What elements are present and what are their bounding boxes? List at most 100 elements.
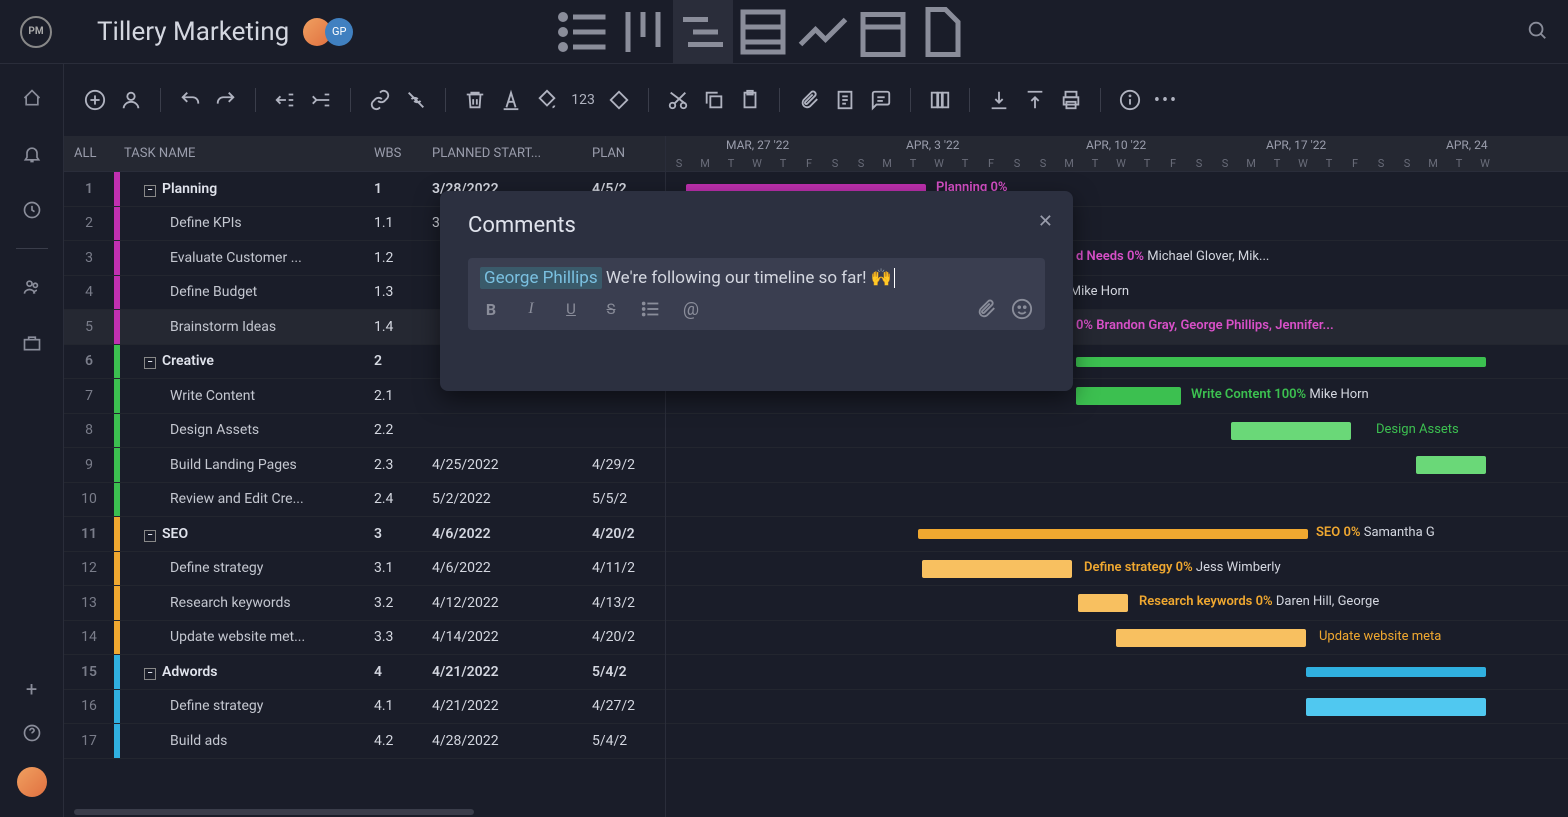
comment-icon[interactable] xyxy=(870,89,892,111)
collapse-icon[interactable]: − xyxy=(144,530,156,542)
task-name-cell[interactable]: Write Content xyxy=(120,388,374,404)
gantt-row[interactable]: Design Assets xyxy=(666,414,1568,449)
task-name-cell[interactable]: Brainstorm Ideas xyxy=(120,319,374,335)
gantt-row[interactable]: Research keywords 0% Daren Hill, George xyxy=(666,586,1568,621)
board-view-tab[interactable] xyxy=(613,0,673,64)
list-icon[interactable] xyxy=(640,298,662,320)
bell-icon[interactable] xyxy=(22,144,42,164)
import-icon[interactable] xyxy=(988,89,1010,111)
home-icon[interactable] xyxy=(22,88,42,108)
task-row[interactable]: 8 Design Assets 2.2 xyxy=(64,414,665,449)
number-icon[interactable]: 123 xyxy=(572,89,594,111)
task-row[interactable]: 12 Define strategy 3.1 4/6/2022 4/11/2 xyxy=(64,552,665,587)
indent-icon[interactable] xyxy=(310,89,332,111)
task-row[interactable]: 9 Build Landing Pages 2.3 4/25/2022 4/29… xyxy=(64,448,665,483)
people-icon[interactable] xyxy=(22,277,42,297)
mention-icon[interactable]: @ xyxy=(680,298,702,320)
emoji-icon[interactable] xyxy=(1011,298,1033,320)
scroll-thumb[interactable] xyxy=(74,809,474,815)
link-icon[interactable] xyxy=(369,89,391,111)
task-name-cell[interactable]: Update website met... xyxy=(120,629,374,645)
gantt-bar[interactable] xyxy=(922,560,1072,578)
collapse-icon[interactable]: − xyxy=(144,357,156,369)
copy-icon[interactable] xyxy=(703,89,725,111)
note-icon[interactable] xyxy=(834,89,856,111)
gantt-row[interactable] xyxy=(666,724,1568,759)
calendar-view-tab[interactable] xyxy=(853,0,913,64)
bold-icon[interactable]: B xyxy=(480,298,502,320)
task-name-cell[interactable]: −SEO xyxy=(120,526,374,542)
gantt-bar[interactable] xyxy=(1116,629,1306,647)
gantt-row[interactable]: Define strategy 0% Jess Wimberly xyxy=(666,552,1568,587)
task-name-cell[interactable]: Research keywords xyxy=(120,595,374,611)
sheet-view-tab[interactable] xyxy=(733,0,793,64)
task-name-cell[interactable]: Define strategy xyxy=(120,560,374,576)
user-avatar-bottom[interactable] xyxy=(17,767,47,797)
attachment-icon[interactable] xyxy=(975,298,997,320)
task-name-cell[interactable]: Build Landing Pages xyxy=(120,457,374,473)
task-row[interactable]: 14 Update website met... 3.3 4/14/2022 4… xyxy=(64,621,665,656)
app-logo[interactable]: PM xyxy=(20,16,52,48)
task-row[interactable]: 11 −SEO 3 4/6/2022 4/20/2 xyxy=(64,517,665,552)
diamond-icon[interactable] xyxy=(608,89,630,111)
underline-icon[interactable]: U xyxy=(560,298,582,320)
briefcase-icon[interactable] xyxy=(22,333,42,353)
gantt-row[interactable]: SEO 0% Samantha G xyxy=(666,517,1568,552)
task-name-cell[interactable]: Review and Edit Cre... xyxy=(120,491,374,507)
task-row[interactable]: 15 −Adwords 4 4/21/2022 5/4/2 xyxy=(64,655,665,690)
task-name-cell[interactable]: Define strategy xyxy=(120,698,374,714)
task-name-cell[interactable]: Build ads xyxy=(120,733,374,749)
task-row[interactable]: 13 Research keywords 3.2 4/12/2022 4/13/… xyxy=(64,586,665,621)
gantt-bar[interactable] xyxy=(1076,387,1181,405)
gantt-view-tab[interactable] xyxy=(673,0,733,64)
gantt-bar[interactable] xyxy=(1078,594,1128,612)
col-end-header[interactable]: PLAN xyxy=(592,146,665,161)
info-icon[interactable] xyxy=(1119,89,1141,111)
task-name-cell[interactable]: −Creative xyxy=(120,353,374,369)
task-name-cell[interactable]: Design Assets xyxy=(120,422,374,438)
task-name-cell[interactable]: Define KPIs xyxy=(120,215,374,231)
task-name-cell[interactable]: −Adwords xyxy=(120,664,374,680)
collapse-icon[interactable]: − xyxy=(144,185,156,197)
outdent-icon[interactable] xyxy=(274,89,296,111)
plus-icon[interactable]: + xyxy=(22,679,42,699)
gantt-bar[interactable] xyxy=(1306,667,1486,677)
paste-icon[interactable] xyxy=(739,89,761,111)
close-icon[interactable]: ✕ xyxy=(1038,211,1053,232)
col-start-header[interactable]: PLANNED START... xyxy=(432,146,592,161)
columns-icon[interactable] xyxy=(929,89,951,111)
help-icon[interactable] xyxy=(22,723,42,743)
comment-input[interactable]: George Phillips We're following our time… xyxy=(468,258,1045,330)
undo-icon[interactable] xyxy=(179,89,201,111)
task-row[interactable]: 10 Review and Edit Cre... 2.4 5/2/2022 5… xyxy=(64,483,665,518)
search-icon[interactable] xyxy=(1526,19,1548,45)
gantt-row[interactable] xyxy=(666,655,1568,690)
col-name-header[interactable]: TASK NAME xyxy=(114,146,374,161)
redo-icon[interactable] xyxy=(215,89,237,111)
trash-icon[interactable] xyxy=(464,89,486,111)
task-row[interactable]: 17 Build ads 4.2 4/28/2022 5/4/2 xyxy=(64,724,665,759)
task-row[interactable]: 16 Define strategy 4.1 4/21/2022 4/27/2 xyxy=(64,690,665,725)
gantt-row[interactable] xyxy=(666,448,1568,483)
comment-text[interactable]: George Phillips We're following our time… xyxy=(480,268,1033,288)
attach-icon[interactable] xyxy=(798,89,820,111)
add-button[interactable] xyxy=(84,89,106,111)
gantt-bar[interactable] xyxy=(1416,456,1486,474)
col-all-header[interactable]: ALL xyxy=(64,146,114,161)
strike-icon[interactable]: S xyxy=(600,298,622,320)
task-name-cell[interactable]: Define Budget xyxy=(120,284,374,300)
gantt-row[interactable] xyxy=(666,483,1568,518)
italic-icon[interactable]: I xyxy=(520,298,542,320)
gantt-bar[interactable] xyxy=(1306,698,1486,716)
cut-icon[interactable] xyxy=(667,89,689,111)
assign-icon[interactable] xyxy=(120,89,142,111)
gantt-row[interactable]: Update website meta xyxy=(666,621,1568,656)
col-wbs-header[interactable]: WBS xyxy=(374,146,432,161)
print-icon[interactable] xyxy=(1060,89,1082,111)
chart-view-tab[interactable] xyxy=(793,0,853,64)
task-name-cell[interactable]: −Planning xyxy=(120,181,374,197)
export-icon[interactable] xyxy=(1024,89,1046,111)
gantt-bar[interactable] xyxy=(1231,422,1351,440)
more-icon[interactable]: ••• xyxy=(1155,89,1177,111)
mention-tag[interactable]: George Phillips xyxy=(480,267,602,289)
